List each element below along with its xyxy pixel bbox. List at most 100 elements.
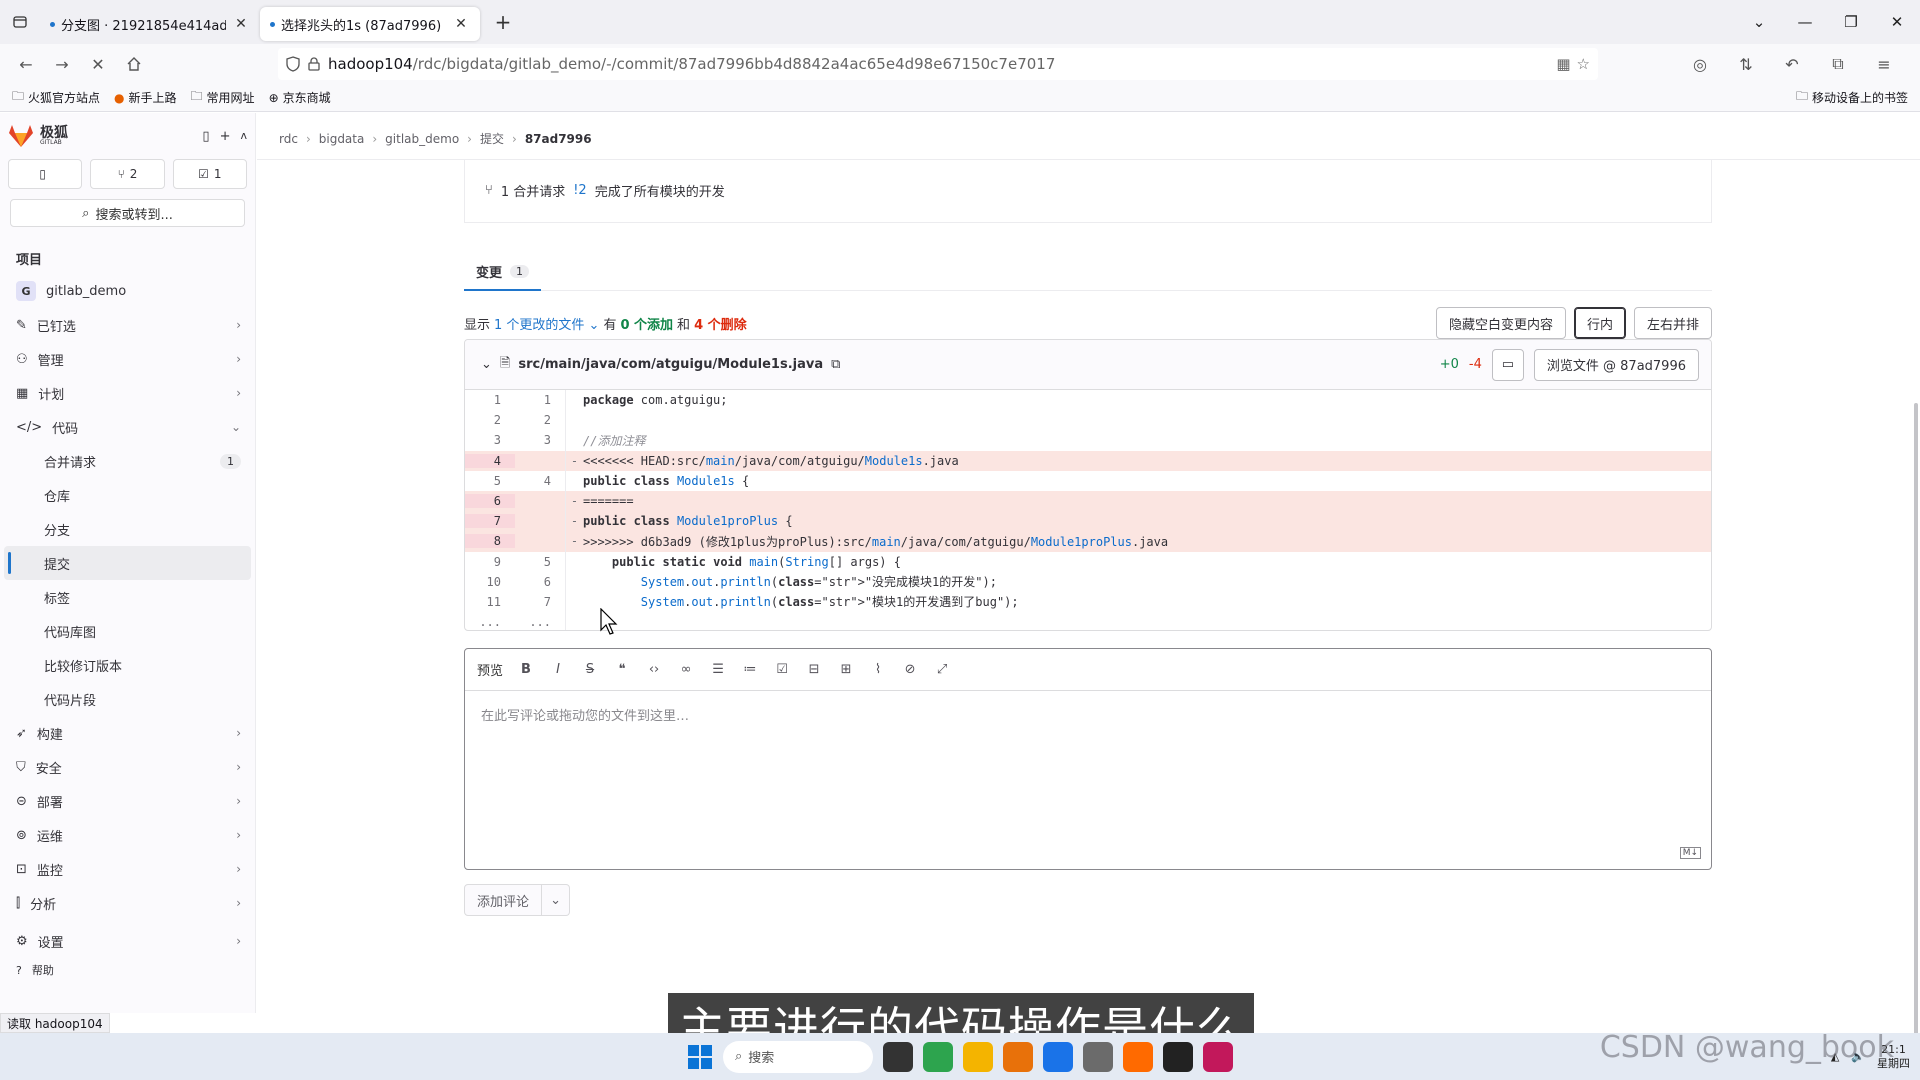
merge-requests-count-button[interactable]: ⑂ 2 <box>90 159 165 189</box>
quote-icon[interactable]: ❝ <box>613 661 631 679</box>
sidebar-help[interactable]: ? 帮助 <box>0 958 255 982</box>
home-icon[interactable] <box>118 48 150 80</box>
account-icon[interactable]: ◎ <box>1684 48 1716 80</box>
collapse-sidebar-icon[interactable]: ▯ <box>202 129 209 144</box>
old-line-number[interactable]: 1 <box>465 393 515 407</box>
sidebar-subitem-commits[interactable]: 提交 <box>4 546 251 580</box>
todos-count-button[interactable]: ☑ 1 <box>172 159 247 189</box>
old-line-number[interactable]: 9 <box>465 555 515 569</box>
menu-icon[interactable]: ≡ <box>1868 48 1900 80</box>
old-line-number[interactable]: 5 <box>465 474 515 488</box>
old-line-number[interactable]: 8 <box>465 534 515 549</box>
link-icon[interactable]: ∞ <box>677 661 695 679</box>
italic-icon[interactable]: I <box>549 661 567 679</box>
new-line-number[interactable]: 2 <box>515 413 565 427</box>
breadcrumb-item[interactable]: rdc <box>279 132 298 146</box>
stop-loading-icon[interactable]: ✕ <box>82 48 114 80</box>
slash-command-icon[interactable]: ⊘ <box>901 661 919 679</box>
file-path[interactable]: src/main/java/com/atguigu/Module1s.java <box>518 357 823 372</box>
close-window-icon[interactable]: ✕ <box>1874 13 1920 31</box>
bold-icon[interactable]: B <box>517 661 535 679</box>
tab-overflow-icon[interactable]: ⌄ <box>1736 13 1782 31</box>
sidebar-item-monitor[interactable]: ⊡ 监控 › <box>0 852 255 886</box>
taskbar-app-icon[interactable] <box>883 1041 913 1072</box>
close-tab-icon[interactable]: ✕ <box>452 16 470 32</box>
chevron-down-icon[interactable]: ⌄ <box>542 884 571 916</box>
bookmark-item[interactable]: 🗀 火狐官方站点 <box>12 87 100 108</box>
taskbar-app-icon[interactable] <box>963 1041 993 1072</box>
old-line-number[interactable]: 3 <box>465 433 515 447</box>
tab-list-icon[interactable] <box>0 0 40 44</box>
view-file-button[interactable]: 浏览文件 @ 87ad7996 <box>1533 348 1699 381</box>
sidebar-item-plan[interactable]: ▦ 计划 › <box>0 376 255 410</box>
hide-whitespace-button[interactable]: 隐藏空白变更内容 <box>1435 307 1566 339</box>
sidebar-item-analyze[interactable]: ⫿ 分析 › <box>0 886 255 920</box>
browser-tab-branch-graph[interactable]: 分支图 · 21921854e414ad212 ✕ <box>40 7 260 41</box>
taskbar-app-icon[interactable] <box>923 1041 953 1072</box>
minimize-icon[interactable]: — <box>1782 13 1828 31</box>
new-line-number[interactable]: 7 <box>515 595 565 609</box>
new-line-number[interactable]: ... <box>515 615 565 629</box>
chevron-down-icon[interactable]: ⌄ <box>481 357 492 372</box>
new-tab-button[interactable]: + <box>486 5 520 39</box>
puzzle-icon[interactable]: ⧉ <box>1822 48 1854 80</box>
gitlab-logo[interactable]: 极狐 GITLAB <box>8 124 68 148</box>
sidebar-search-button[interactable]: ⌕ 搜索或转到... <box>10 199 245 227</box>
bookmark-item[interactable]: ⊕ 京东商城 <box>269 89 331 106</box>
browser-tab-commit[interactable]: 选择兆头的1s (87ad7996) · 提 ✕ <box>260 7 480 41</box>
preview-tab[interactable]: 预览 <box>477 660 503 679</box>
old-line-number[interactable]: 4 <box>465 453 515 468</box>
parallel-view-button[interactable]: 左右并排 <box>1633 307 1712 339</box>
collapsible-icon[interactable]: ⊟ <box>805 661 823 679</box>
sidebar-item-security[interactable]: ⛉ 安全 › <box>0 750 255 784</box>
bookmark-star-icon[interactable]: ☆ <box>1577 55 1590 73</box>
sidebar-subitem-repository[interactable]: 仓库 <box>0 478 255 512</box>
sidebar-item-build[interactable]: ➶ 构建 › <box>0 716 255 750</box>
breadcrumb-item[interactable]: bigdata <box>319 132 365 146</box>
new-line-number[interactable]: 5 <box>515 555 565 569</box>
numbered-list-icon[interactable]: ≔ <box>741 661 759 679</box>
bookmark-item[interactable]: ● 新手上路 <box>114 89 177 106</box>
new-line-number[interactable]: 3 <box>515 433 565 447</box>
merge-request-link[interactable]: !2 <box>573 183 586 198</box>
changed-files-dropdown[interactable]: 1 个更改的文件 ⌄ <box>494 314 599 333</box>
add-comment-button[interactable]: 添加评论 <box>464 884 543 916</box>
table-icon[interactable]: ⊞ <box>837 661 855 679</box>
comment-editor[interactable]: 预览 B I S ❝ ‹› ∞ ☰ ≔ ☑ ⊟ ⊞ ⌇ ⊘ ⤢ 在此写评论或拖动… <box>464 648 1712 870</box>
task-list-icon[interactable]: ☑ <box>773 661 791 679</box>
sidebar-item-settings[interactable]: ⚙ 设置 › <box>0 924 255 958</box>
undo-icon[interactable]: ↶ <box>1776 48 1808 80</box>
old-line-number[interactable]: ... <box>465 615 515 629</box>
sidebar-subitem-snippets[interactable]: 代码片段 <box>0 682 255 716</box>
qr-code-icon[interactable]: ▦ <box>1556 55 1570 73</box>
sidebar-item-manage[interactable]: ⚇ 管理 › <box>0 342 255 376</box>
sidebar-subitem-tags[interactable]: 标签 <box>0 580 255 614</box>
user-avatar[interactable]: ʌ <box>240 129 247 144</box>
sidebar-item-deploy[interactable]: ⊝ 部署 › <box>0 784 255 818</box>
old-line-number[interactable]: 2 <box>465 413 515 427</box>
copy-icon[interactable]: ⧉ <box>831 357 840 372</box>
extensions-icon[interactable]: ⇅ <box>1730 48 1762 80</box>
tab-changes[interactable]: 变更 1 <box>464 253 542 291</box>
fullscreen-icon[interactable]: ⤢ <box>933 661 951 679</box>
firefox-icon[interactable] <box>1123 1041 1153 1072</box>
issues-count-button[interactable]: ▯ <box>8 159 83 189</box>
taskbar-app-icon[interactable] <box>1083 1041 1113 1072</box>
close-tab-icon[interactable]: ✕ <box>232 16 250 32</box>
new-line-number[interactable]: 6 <box>515 575 565 589</box>
address-bar[interactable]: hadoop104/rdc/bigdata/gitlab_demo/-/comm… <box>278 48 1598 80</box>
comment-icon[interactable]: ▭ <box>1491 348 1524 381</box>
restore-icon[interactable]: ❐ <box>1828 13 1874 31</box>
sidebar-item-operate[interactable]: ⊚ 运维 › <box>0 818 255 852</box>
sidebar-project-link[interactable]: G gitlab_demo <box>0 274 255 308</box>
sidebar-subitem-branches[interactable]: 分支 <box>0 512 255 546</box>
bullet-list-icon[interactable]: ☰ <box>709 661 727 679</box>
mobile-bookmarks[interactable]: 🗀 移动设备上的书签 <box>1796 87 1908 108</box>
code-icon[interactable]: ‹› <box>645 661 663 679</box>
sidebar-subitem-compare[interactable]: 比较修订版本 <box>0 648 255 682</box>
breadcrumb-current[interactable]: 87ad7996 <box>525 132 592 146</box>
taskbar-app-icon[interactable] <box>1203 1041 1233 1072</box>
lock-icon[interactable] <box>308 57 320 71</box>
windows-start-icon[interactable] <box>687 1044 713 1070</box>
bookmark-item[interactable]: 🗀 常用网址 <box>191 87 255 108</box>
